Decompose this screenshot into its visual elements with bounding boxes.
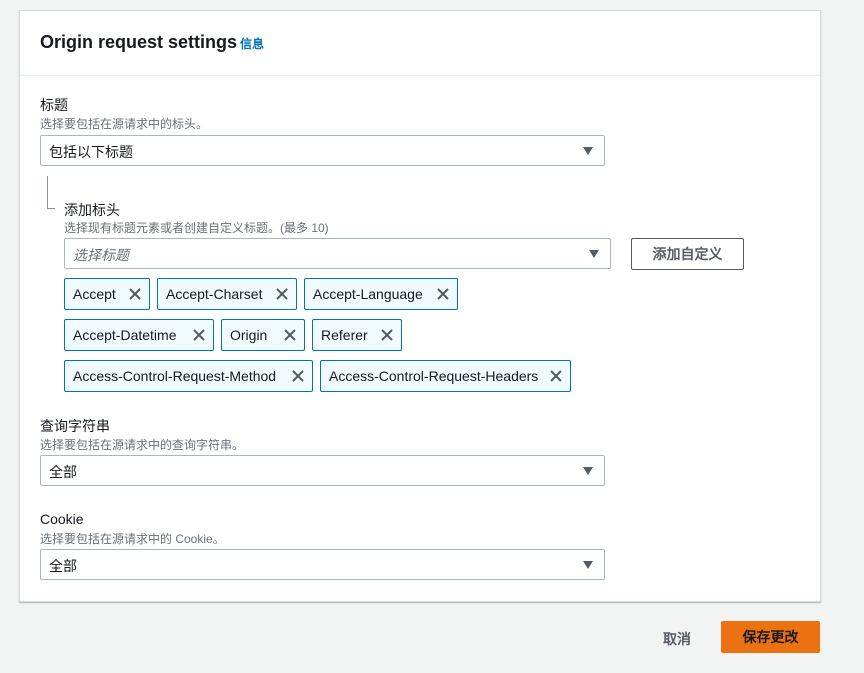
header-tag: Access-Control-Request-Headers: [320, 360, 571, 392]
close-icon[interactable]: [192, 328, 206, 342]
header-tag-label: Access-Control-Request-Headers: [329, 368, 539, 384]
headers-label: 标题: [40, 97, 68, 113]
close-icon[interactable]: [380, 328, 394, 342]
header-tag-label: Referer: [321, 327, 368, 343]
caret-down-icon: [583, 147, 593, 155]
close-icon[interactable]: [283, 328, 297, 342]
header-tag: Accept-Language: [304, 278, 458, 310]
cookie-label: Cookie: [40, 511, 84, 527]
header-tag: Accept-Charset: [157, 278, 297, 310]
header-tag: Accept: [64, 278, 150, 310]
origin-request-settings-panel: Origin request settings 信息 标题 选择要包括在源请求中的…: [19, 10, 821, 602]
save-changes-button[interactable]: 保存更改: [721, 621, 820, 653]
header-tag: Accept-Datetime: [64, 319, 214, 351]
close-icon[interactable]: [436, 287, 450, 301]
caret-down-icon: [583, 467, 593, 475]
query-strings-select[interactable]: 全部: [40, 455, 605, 486]
choose-header-select[interactable]: 选择标题: [64, 238, 611, 269]
add-header-label: 添加标头: [64, 202, 120, 218]
query-strings-label: 查询字符串: [40, 418, 110, 434]
header-tag-label: Accept-Datetime: [73, 327, 177, 343]
caret-down-icon: [583, 561, 593, 569]
header-tag: Access-Control-Request-Method: [64, 360, 313, 392]
panel-header: Origin request settings 信息: [20, 11, 820, 76]
close-icon[interactable]: [549, 369, 563, 383]
header-tag-label: Accept-Charset: [166, 286, 263, 302]
query-strings-description: 选择要包括在源请求中的查询字符串。: [40, 438, 245, 452]
header-tag-label: Accept-Language: [313, 286, 423, 302]
panel-title: Origin request settings: [40, 32, 238, 52]
header-tag-label: Accept: [73, 286, 116, 302]
headers-select[interactable]: 包括以下标题: [40, 135, 605, 166]
header-tag: Referer: [312, 319, 402, 351]
close-icon[interactable]: [291, 369, 305, 383]
headers-description: 选择要包括在源请求中的标头。: [40, 117, 209, 131]
cookie-select-value: 全部: [49, 558, 77, 574]
add-custom-header-button[interactable]: 添加自定义: [631, 238, 744, 270]
header-tag: Origin: [221, 319, 305, 351]
choose-header-placeholder: 选择标题: [73, 247, 129, 263]
cookie-description: 选择要包括在源请求中的 Cookie。: [40, 532, 225, 546]
caret-down-icon: [589, 250, 599, 258]
tree-connector: [47, 176, 55, 209]
close-icon[interactable]: [128, 287, 142, 301]
header-tag-label: Origin: [230, 327, 268, 343]
cookie-select[interactable]: 全部: [40, 549, 605, 580]
query-strings-select-value: 全部: [49, 464, 77, 480]
close-icon[interactable]: [275, 287, 289, 301]
cancel-button[interactable]: 取消: [663, 629, 691, 649]
add-header-description: 选择现有标题元素或者创建自定义标题。(最多 10): [64, 221, 329, 235]
headers-select-value: 包括以下标题: [49, 144, 133, 160]
info-link[interactable]: 信息: [240, 37, 264, 51]
header-tag-label: Access-Control-Request-Method: [73, 368, 277, 384]
